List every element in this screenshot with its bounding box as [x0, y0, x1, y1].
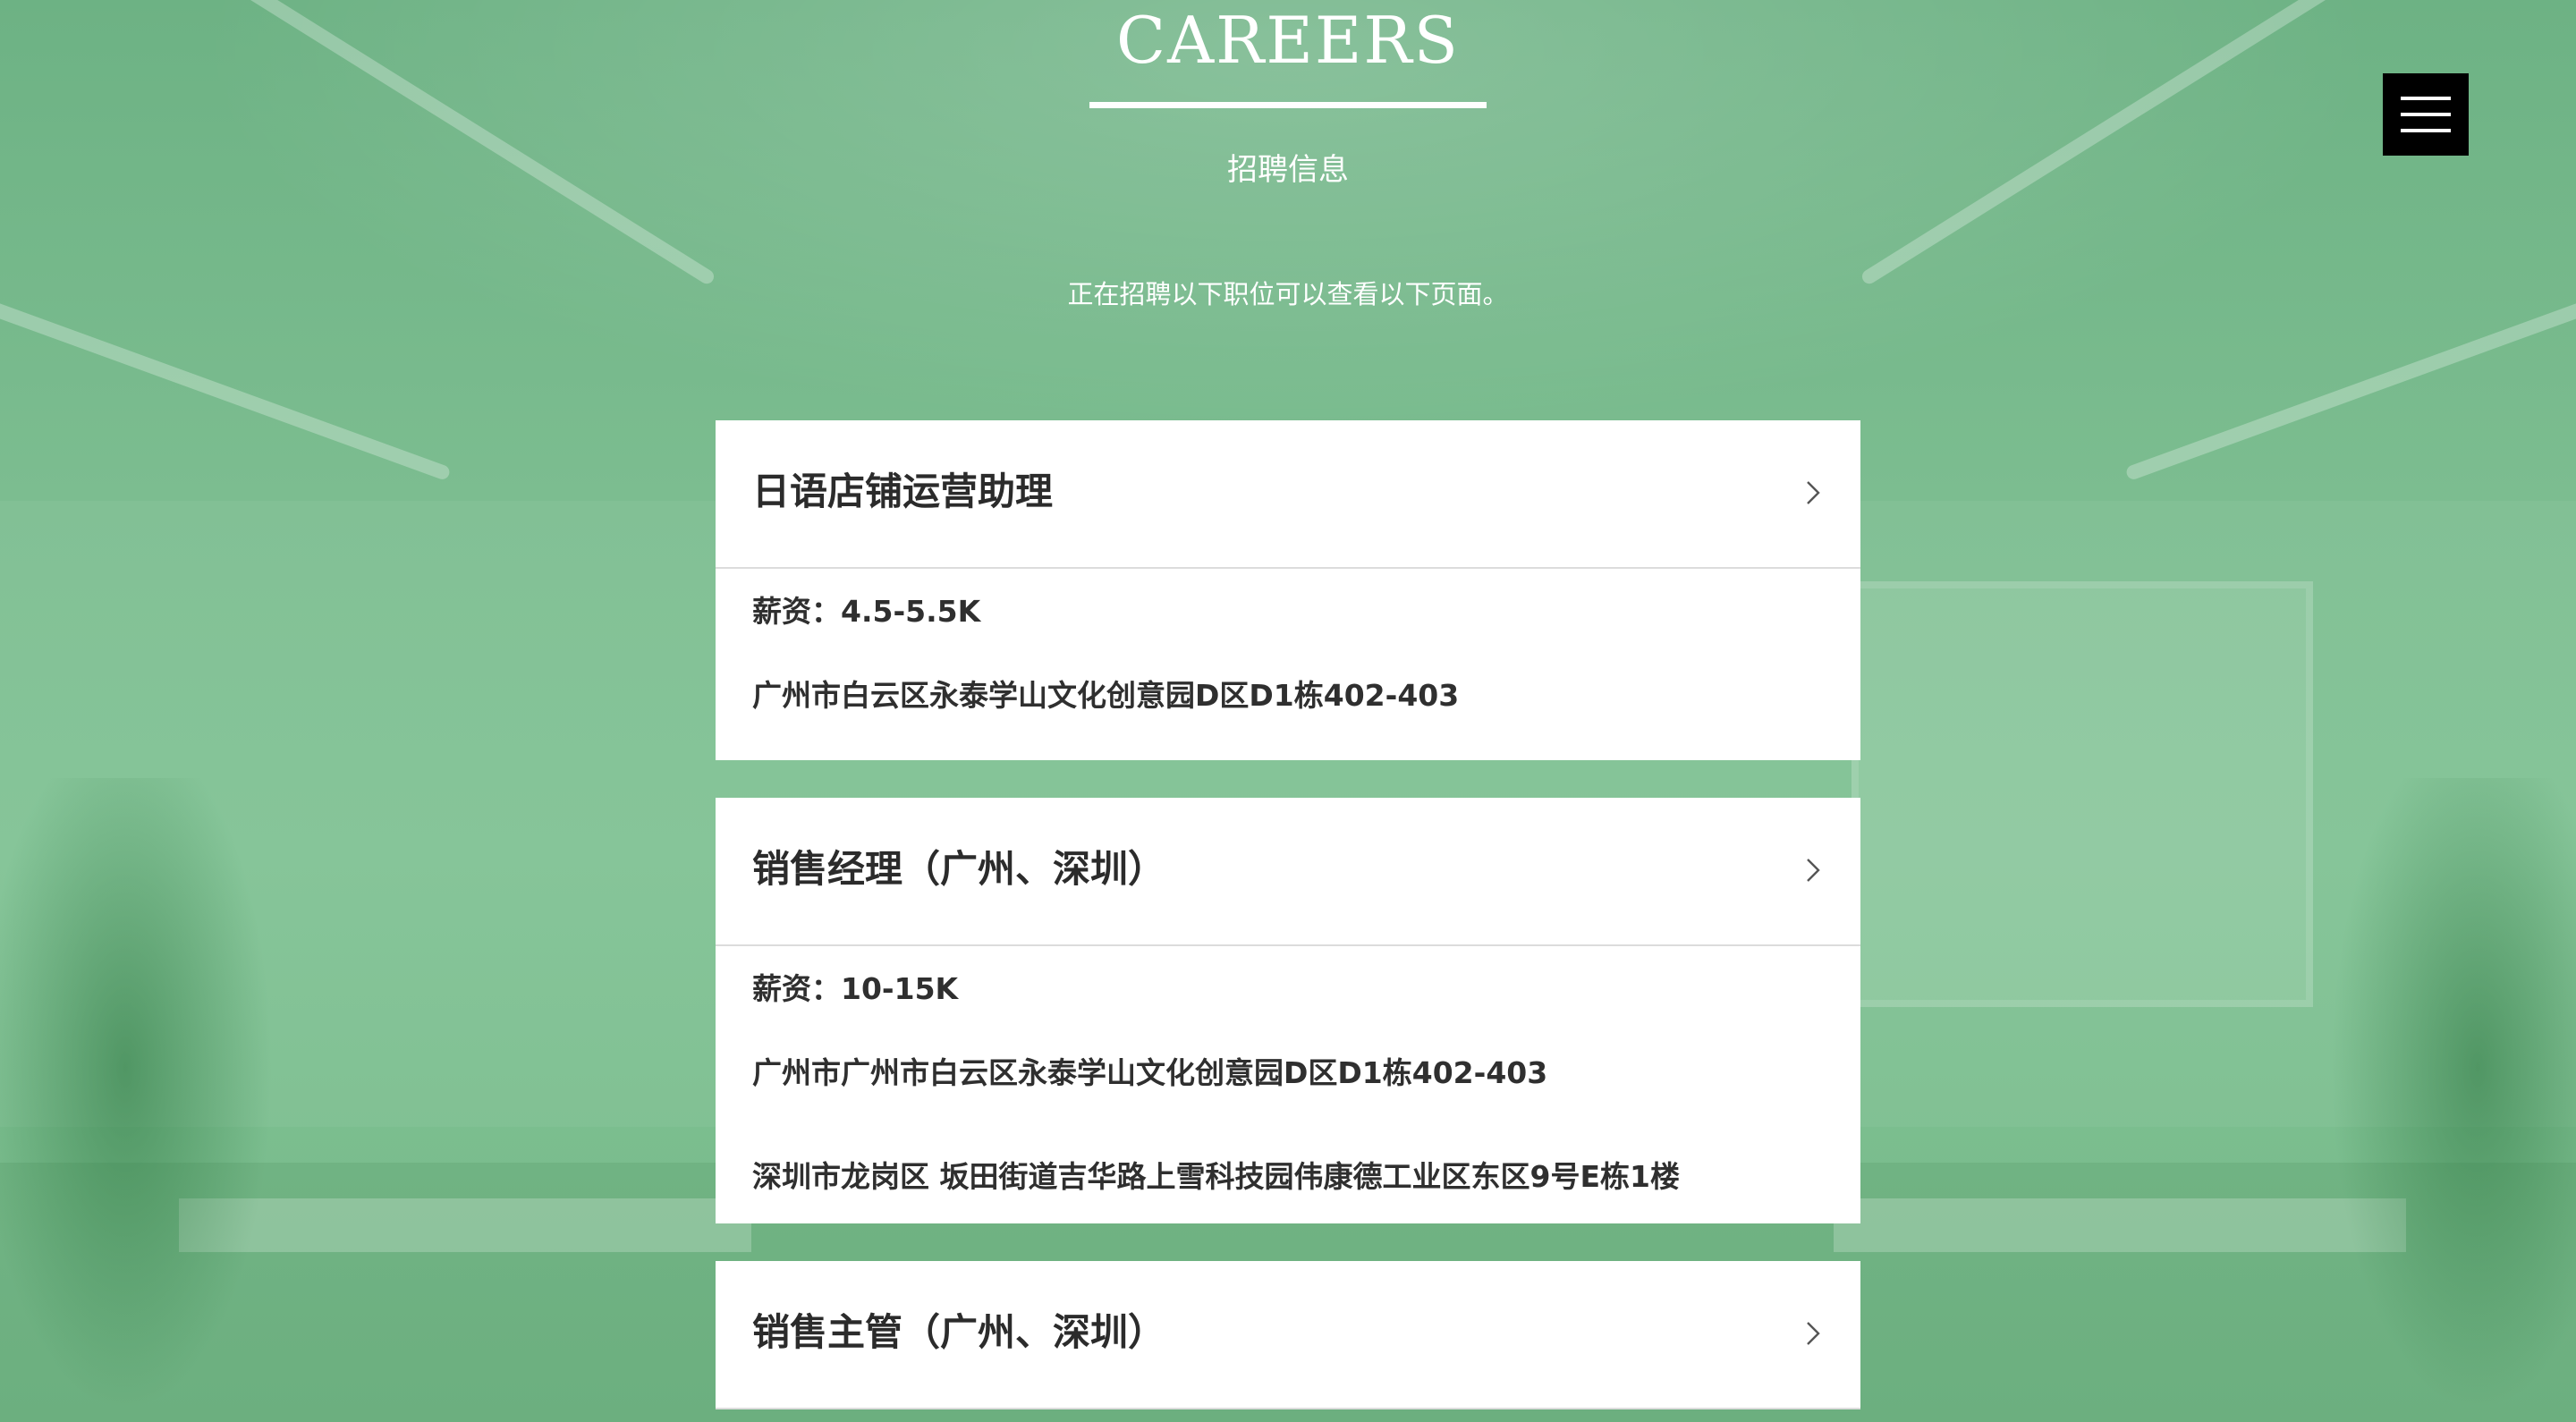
chevron-right-icon: [1807, 1322, 1820, 1345]
job-salary: 薪资：4.5-5.5K: [752, 594, 981, 629]
potted-plant: [2326, 778, 2576, 1422]
job-address: 深圳市龙岗区 坂田街道吉华路上雪科技园伟康德工业区东区9号E栋1楼: [752, 1159, 1680, 1194]
job-card: 销售主管（广州、深圳）: [716, 1261, 1860, 1409]
intro-text: 正在招聘以下职位可以查看以下页面。: [1067, 279, 1509, 309]
chevron-right-icon: [1807, 481, 1820, 504]
chevron-right-icon: [1807, 859, 1820, 882]
window-blinds: [1852, 581, 2313, 1007]
job-address: 广州市白云区永泰学山文化创意园D区D1栋402-403: [752, 678, 1460, 713]
potted-plant: [0, 778, 277, 1422]
job-header[interactable]: 日语店铺运营助理: [716, 420, 1860, 569]
page-subtitle: 招聘信息: [1227, 152, 1349, 188]
job-salary: 薪资：10-15K: [752, 971, 959, 1006]
job-title: 销售主管（广州、深圳）: [752, 1310, 1166, 1354]
page-title: CAREERS: [1116, 3, 1460, 78]
page-header: CAREERS 招聘信息 正在招聘以下职位可以查看以下页面。: [0, 0, 2576, 358]
job-header[interactable]: 销售主管（广州、深圳）: [716, 1261, 1860, 1409]
job-header[interactable]: 销售经理（广州、深圳）: [716, 798, 1860, 946]
job-list: 日语店铺运营助理 薪资：4.5-5.5K 广州市白云区永泰学山文化创意园D区D1…: [716, 420, 1860, 1422]
menu-button[interactable]: [2383, 73, 2469, 156]
job-details: 薪资：10-15K 广州市广州市白云区永泰学山文化创意园D区D1栋402-403…: [716, 946, 1860, 1223]
job-details: 薪资：4.5-5.5K 广州市白云区永泰学山文化创意园D区D1栋402-403: [716, 569, 1860, 760]
job-card: 销售经理（广州、深圳） 薪资：10-15K 广州市广州市白云区永泰学山文化创意园…: [716, 798, 1860, 1223]
job-address: 广州市广州市白云区永泰学山文化创意园D区D1栋402-403: [752, 1055, 1548, 1090]
job-title: 日语店铺运营助理: [752, 470, 1054, 513]
job-title: 销售经理（广州、深圳）: [752, 847, 1166, 891]
meeting-table: [1834, 1198, 2406, 1252]
title-underline: [1089, 102, 1487, 108]
job-card: 日语店铺运营助理 薪资：4.5-5.5K 广州市白云区永泰学山文化创意园D区D1…: [716, 420, 1860, 760]
